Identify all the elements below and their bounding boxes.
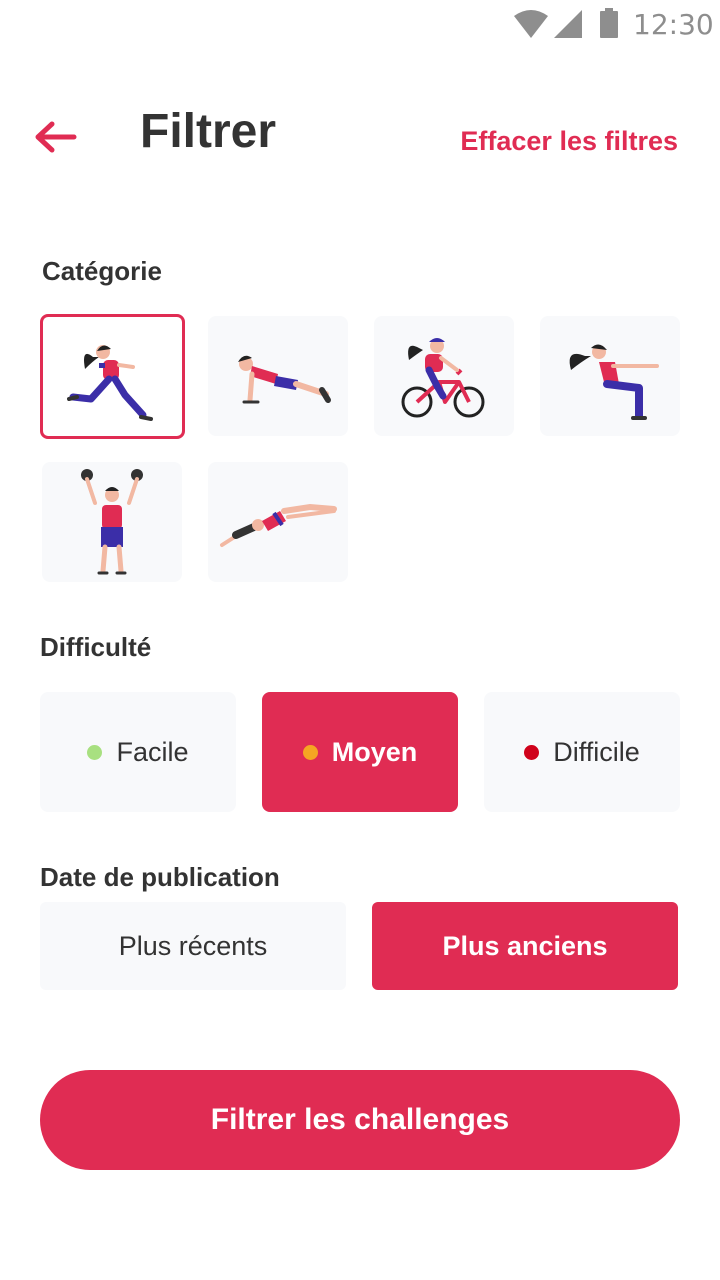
filter-challenges-button[interactable]: Filtrer les challenges [40, 1070, 680, 1170]
category-tile-cycling[interactable] [374, 316, 514, 436]
category-tile-weightlifting[interactable] [42, 462, 182, 582]
difficulty-label: Difficulté [40, 632, 152, 662]
difficulty-option-label: Moyen [331, 736, 418, 767]
category-tile-plank[interactable] [208, 316, 348, 436]
difficulty-option-label: Difficile [553, 736, 640, 767]
arrow-left-icon [35, 121, 77, 153]
status-time: 12:30 [633, 8, 714, 41]
page-title: Filtrer [140, 105, 277, 158]
date-option-recent[interactable]: Plus récents [40, 902, 346, 990]
difficulty-option-moyen[interactable]: Moyen [262, 692, 458, 812]
difficulty-option-difficile[interactable]: Difficile [484, 692, 680, 812]
signal-icon [554, 10, 582, 43]
date-option-label: Plus récents [118, 930, 268, 961]
category-tile-running[interactable] [40, 314, 185, 439]
running-illustration [66, 344, 153, 421]
cycling-illustration [401, 338, 485, 418]
category-tile-squat[interactable] [540, 316, 680, 436]
weightlifting-illustration [81, 469, 143, 575]
category-tile-diving[interactable] [208, 462, 348, 582]
date-option-label: Plus anciens [442, 930, 608, 961]
back-button[interactable] [30, 112, 82, 162]
category-label: Catégorie [42, 256, 162, 286]
wifi-icon [514, 10, 548, 43]
difficulty-option-facile[interactable]: Facile [40, 692, 236, 812]
date-option-oldest[interactable]: Plus anciens [372, 902, 678, 990]
diving-illustration [220, 503, 337, 547]
clear-filters-link[interactable]: Effacer les filtres [460, 126, 678, 157]
difficulty-dot-orange [302, 744, 318, 760]
plank-illustration [238, 355, 331, 404]
difficulty-dot-red [524, 744, 540, 760]
date-label: Date de publication [40, 862, 280, 892]
squat-illustration [569, 344, 659, 420]
status-bar: 12:30 [0, 0, 720, 50]
battery-icon [600, 8, 618, 43]
difficulty-dot-green [87, 744, 103, 760]
difficulty-option-label: Facile [116, 736, 189, 767]
